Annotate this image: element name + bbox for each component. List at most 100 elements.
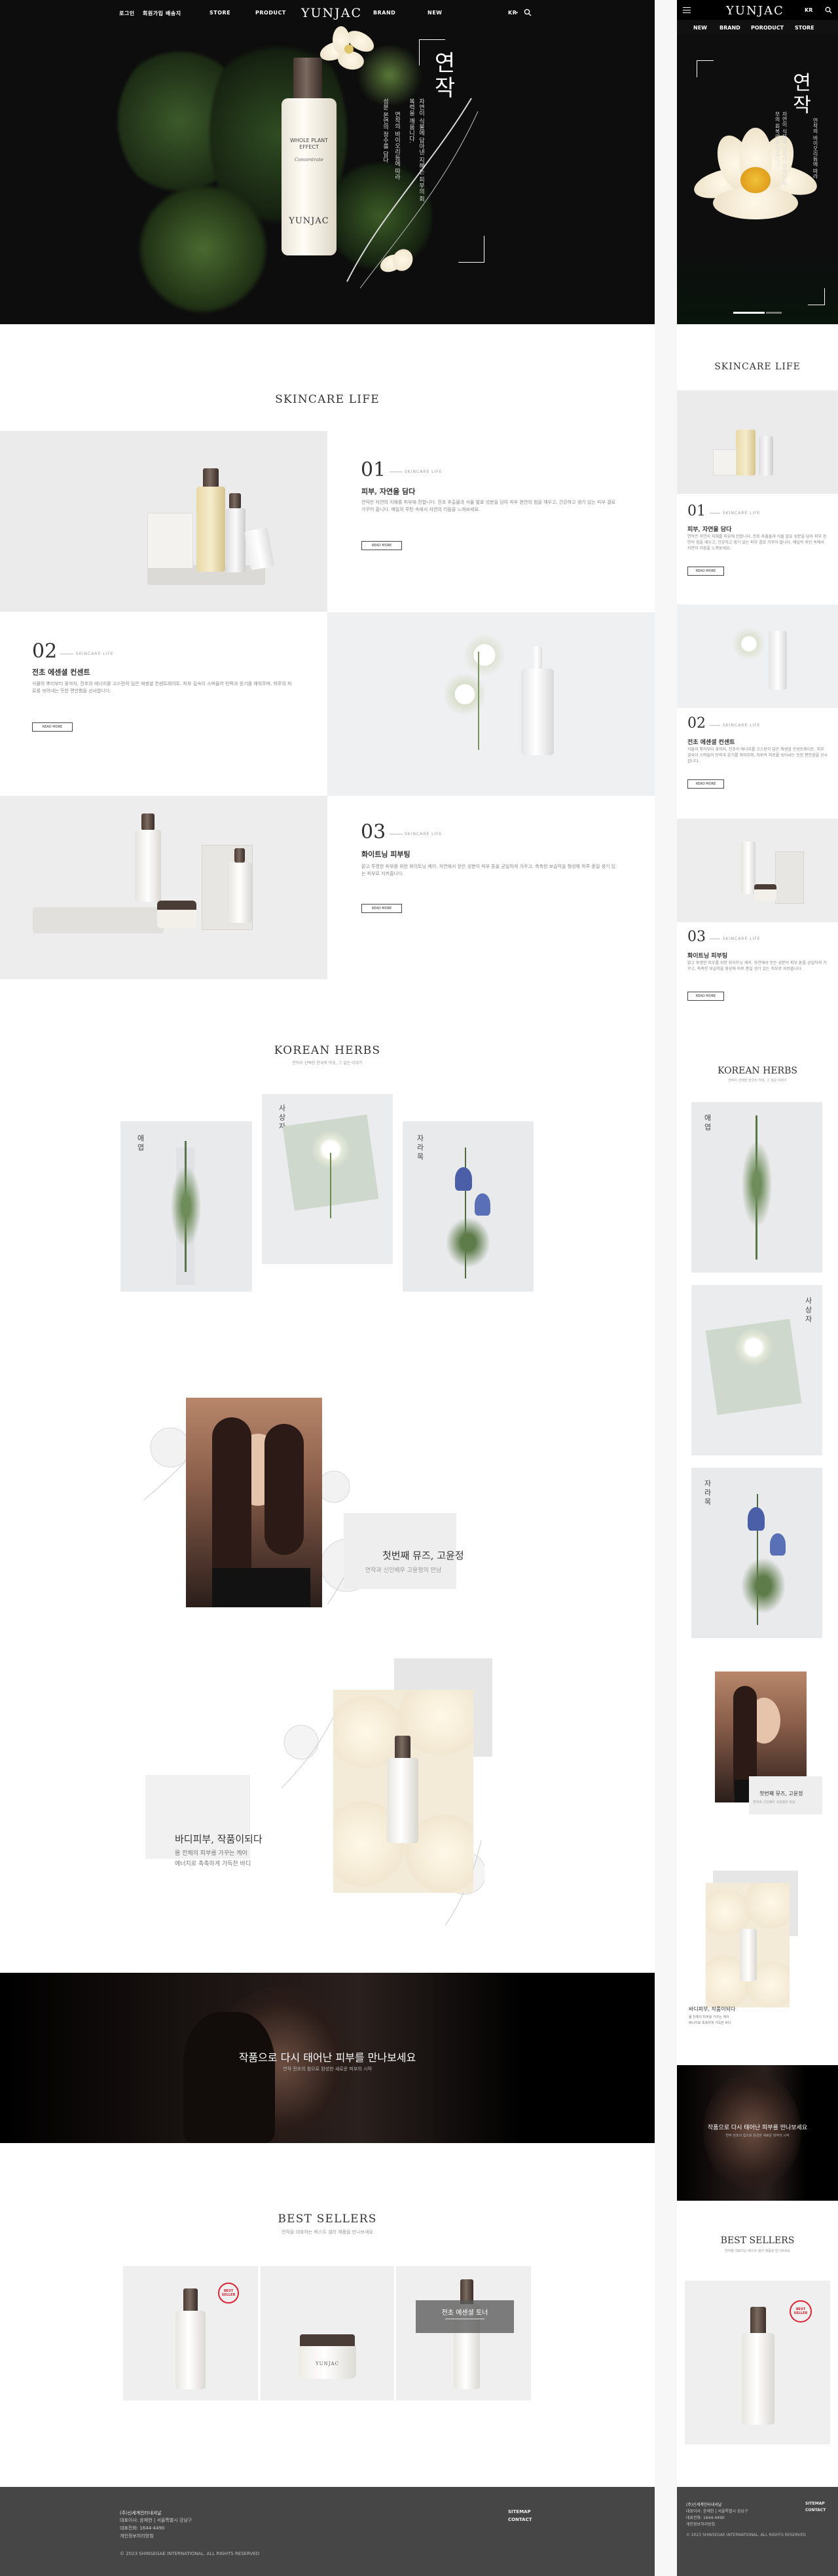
hamburger-icon[interactable] [683,7,691,13]
portrait-hair [264,1424,304,1555]
mobile-header: YUNJAC KR [677,0,838,20]
nav-new[interactable]: NEW [428,10,442,16]
best-seller-stamp: BEST SELLER [218,2283,239,2304]
mobile-herb-card-1[interactable]: 애엽 [691,1102,822,1273]
mobile-footer-line-2: 대표이사: 윤제헌 | 서울특별시 강남구 [686,2509,748,2514]
bottle-cap [203,468,219,488]
mobile-logo[interactable]: YUNJAC [726,4,784,18]
search-icon[interactable] [825,7,832,14]
nav-login[interactable]: 로그인 [119,10,135,17]
product-bottle [387,1758,418,1843]
mobile-skincare-num-2: 02 [687,715,706,732]
promo-banner[interactable]: 작품으로 다시 태어난 피부를 만나보세요 연작 전초의 힘으로 완성한 새로운… [0,1973,655,2143]
product-bottle [135,830,161,902]
mobile-skincare-text-2: 식물의 뿌리부터 꽃까지, 전초의 에너지를 고스란히 담은 에센셜 컨센트레이… [687,747,828,764]
mobile-skincare-tag-3: SKINCARE LIFE [723,937,761,941]
skincare-num-2: 02 [32,640,58,663]
bottle-label-sub: Concentrate [295,157,323,162]
divider [710,725,720,726]
product-bottle [175,2311,206,2389]
skincare-heading-2: 전초 에센셜 컨센트 [32,668,90,677]
product-bottle [521,669,554,755]
mobile-read-more-button-2[interactable]: READ MORE [687,779,724,789]
story2-heading: 바디피부, 작품이되다 [175,1833,263,1845]
herb-leaves [166,1154,206,1259]
hero-caption-1: 자연이 식물에 담아낸 지혜는 피부의 회복력을 깨웁니다. [408,98,424,202]
search-icon[interactable] [524,9,532,16]
mobile-footer-contact-link[interactable]: CONTACT [805,2508,826,2512]
read-more-button-3[interactable]: READ MORE [361,904,402,913]
skincare-num-3: 03 [361,821,386,844]
skincare-photo-3 [0,796,327,979]
skincare-photo-1 [0,431,327,612]
mobile-skincare-num-3: 03 [687,929,706,945]
footer-contact-link[interactable]: CONTACT [508,2517,532,2522]
mobile-skincare-photo-3 [677,819,838,922]
mobile-skincare-text-1: 연작은 자연의 지혜를 피부에 전합니다. 전초 추출물과 식물 발효 성분을 … [687,534,827,551]
herbs-subtitle: 연작이 선택한 한국의 약초, 그 깊은 이야기 [292,1061,363,1066]
slider-indicator[interactable] [766,312,782,314]
nav-brand[interactable]: BRAND [373,10,395,16]
footer-privacy-link[interactable]: 개인정보처리방침 [120,2533,154,2539]
footer-sitemap-link[interactable]: SITEMAP [508,2509,531,2514]
mobile-footer-sitemap-link[interactable]: SITEMAP [805,2501,825,2506]
mobile-story1-heading: 첫번째 뮤즈, 고윤정 [759,1791,803,1797]
jar-label: YUNJAC [316,2361,339,2366]
mobile-nav-store[interactable]: STORE [795,25,814,31]
mobile-promo-banner[interactable]: 작품으로 다시 태어난 피부를 만나보세요 연작 전초의 힘으로 완성한 새로운… [677,2065,838,2201]
mobile-read-more-button-3[interactable]: READ MORE [687,992,724,1001]
bottle-cap [234,848,245,863]
mobile-read-more-button-1[interactable]: READ MORE [687,567,724,576]
mobile-herb-card-2[interactable]: 사상자 [691,1285,822,1455]
nav-product[interactable]: PRODUCT [255,10,286,16]
slider-indicator-active[interactable] [733,312,765,314]
nav-shipping[interactable]: 배송지 [166,10,181,17]
skincare-heading-1: 피부, 자연을 담다 [361,487,416,496]
skincare-text-3: 맑고 투명한 피부를 위한 화이트닝 케어. 자연에서 얻은 성분이 피부 톤을… [361,864,616,876]
skincare-text-1: 연작은 자연의 지혜를 피부에 전합니다. 전초 추출물과 식물 발효 성분을 … [361,500,616,512]
mobile-section-title-herbs: KOREAN HERBS [718,1066,797,1076]
corner-mark [419,39,445,40]
logo[interactable]: YUNJAC [301,6,362,20]
mobile-nav-product[interactable]: PORODUCT [751,25,784,31]
mobile-nav-new[interactable]: NEW [693,25,707,31]
corner-mark [419,39,420,65]
product-card-2[interactable]: YUNJAC [261,2266,394,2400]
hero-bottle [282,98,337,255]
footer-line-2: 대표이사: 윤제헌 | 서울특별시 강남구 [120,2518,192,2523]
banner-heading: 작품으로 다시 태어난 피부를 만나보세요 [238,2051,416,2064]
mobile-herb-card-3[interactable]: 자라목 [691,1468,822,1638]
bottle-cap [141,813,155,831]
read-more-button-2[interactable]: READ MORE [32,722,73,732]
herb-card-1[interactable]: 애엽 [120,1121,252,1292]
product-card-3[interactable]: 전초 에센셜 토너 [396,2266,531,2400]
read-more-button-1[interactable]: READ MORE [361,541,402,550]
herb-card-3[interactable]: 자라목 [403,1121,534,1292]
flower-decoration [317,26,378,85]
chevron-down-icon[interactable]: ▾ [516,10,519,15]
story2-box [145,1775,250,1859]
mobile-nav-brand[interactable]: BRAND [720,25,740,31]
desktop-view: WHOLE PLANT EFFECT Concentrate YUNJAC 연작… [0,0,655,2576]
mobile-skincare-tag-2: SKINCARE LIFE [723,723,761,728]
mobile-footer-privacy-link[interactable]: 개인정보처리방침 [686,2521,715,2527]
mobile-herbs-subtitle: 연작이 선택한 한국의 약초, 그 깊은 이야기 [728,1079,787,1083]
product-bottle [227,863,252,923]
bottle-cap [183,2288,198,2313]
skincare-tag-3: SKINCARE LIFE [405,832,443,836]
moss-decoration [137,183,268,314]
nav-signup[interactable]: 회원가입 [143,10,163,17]
product-box [147,513,193,569]
mobile-story2-line-2: 에너지로 촉촉하게 가득찬 바디 [689,2021,731,2025]
mobile-lang-select[interactable]: KR [805,7,812,13]
herb-card-2[interactable]: 사상자 [262,1094,393,1264]
nav-store[interactable]: STORE [210,10,230,16]
product-card-1[interactable]: BEST SELLER [123,2266,258,2400]
bottle-label-top: WHOLE PLANT EFFECT [289,138,329,150]
skincare-photo-2 [327,612,655,796]
mobile-product-card-1[interactable]: BEST SELLER [685,2281,830,2444]
hero-section: WHOLE PLANT EFFECT Concentrate YUNJAC 연작… [0,0,655,324]
mobile-banner-heading: 작품으로 다시 태어난 피부를 만나보세요 [707,2125,808,2131]
muse-portrait [186,1398,322,1607]
product-bottle [196,487,225,572]
